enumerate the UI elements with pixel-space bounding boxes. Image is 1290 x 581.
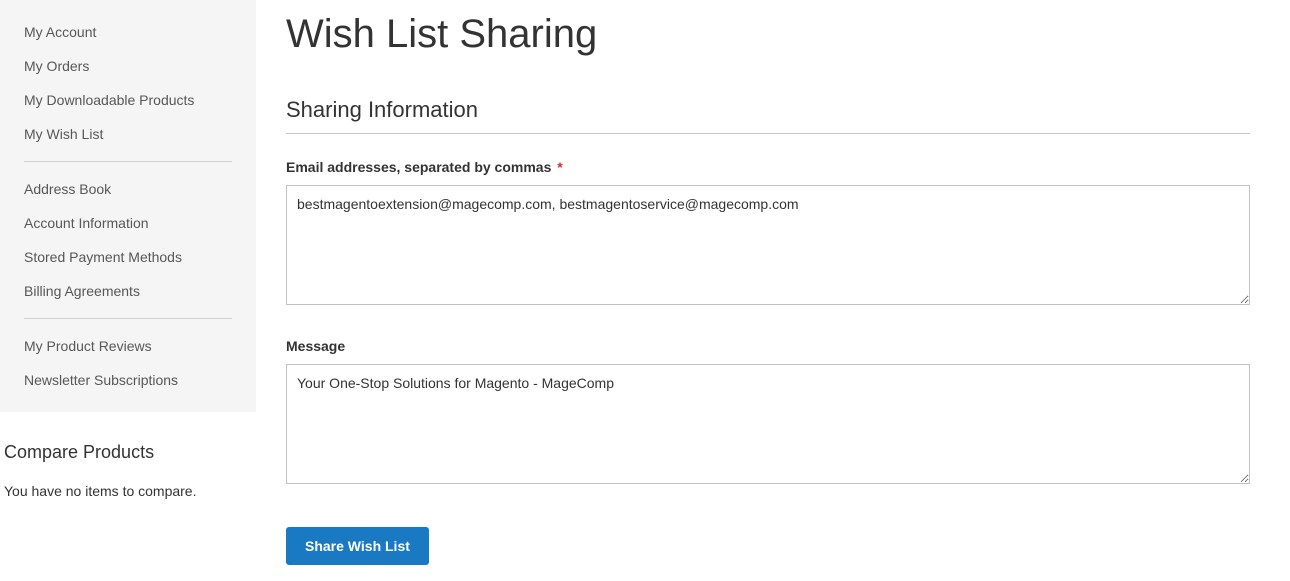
compare-title: Compare Products (4, 442, 256, 463)
email-addresses-textarea[interactable] (286, 185, 1250, 305)
sidebar-item-my-wish-list[interactable]: My Wish List (0, 117, 256, 151)
sidebar-item-newsletter-subscriptions[interactable]: Newsletter Subscriptions (0, 363, 256, 397)
email-field-wrapper: Email addresses, separated by commas * (286, 159, 1250, 308)
email-label-text: Email addresses, separated by commas (286, 159, 551, 175)
sidebar-item-my-orders[interactable]: My Orders (0, 49, 256, 83)
sidebar-divider (24, 318, 232, 319)
sidebar-divider (24, 161, 232, 162)
message-label: Message (286, 338, 1250, 354)
sidebar-item-address-book[interactable]: Address Book (0, 172, 256, 206)
compare-products-block: Compare Products You have no items to co… (0, 442, 256, 499)
sidebar-item-my-account[interactable]: My Account (0, 15, 256, 49)
compare-empty-message: You have no items to compare. (4, 483, 256, 499)
message-textarea[interactable] (286, 364, 1250, 484)
sidebar-nav: My Account My Orders My Downloadable Pro… (0, 0, 256, 412)
sidebar-item-product-reviews[interactable]: My Product Reviews (0, 329, 256, 363)
sharing-section-title: Sharing Information (286, 97, 1250, 134)
main-content: Wish List Sharing Sharing Information Em… (256, 0, 1290, 565)
email-label: Email addresses, separated by commas * (286, 159, 1250, 175)
account-sidebar: My Account My Orders My Downloadable Pro… (0, 0, 256, 565)
sidebar-item-downloadable-products[interactable]: My Downloadable Products (0, 83, 256, 117)
share-wish-list-button[interactable]: Share Wish List (286, 527, 429, 565)
sidebar-item-account-information[interactable]: Account Information (0, 206, 256, 240)
sidebar-item-billing-agreements[interactable]: Billing Agreements (0, 274, 256, 308)
page-title: Wish List Sharing (286, 12, 1250, 57)
required-mark: * (557, 159, 562, 175)
message-field-wrapper: Message (286, 338, 1250, 487)
sidebar-item-stored-payment-methods[interactable]: Stored Payment Methods (0, 240, 256, 274)
